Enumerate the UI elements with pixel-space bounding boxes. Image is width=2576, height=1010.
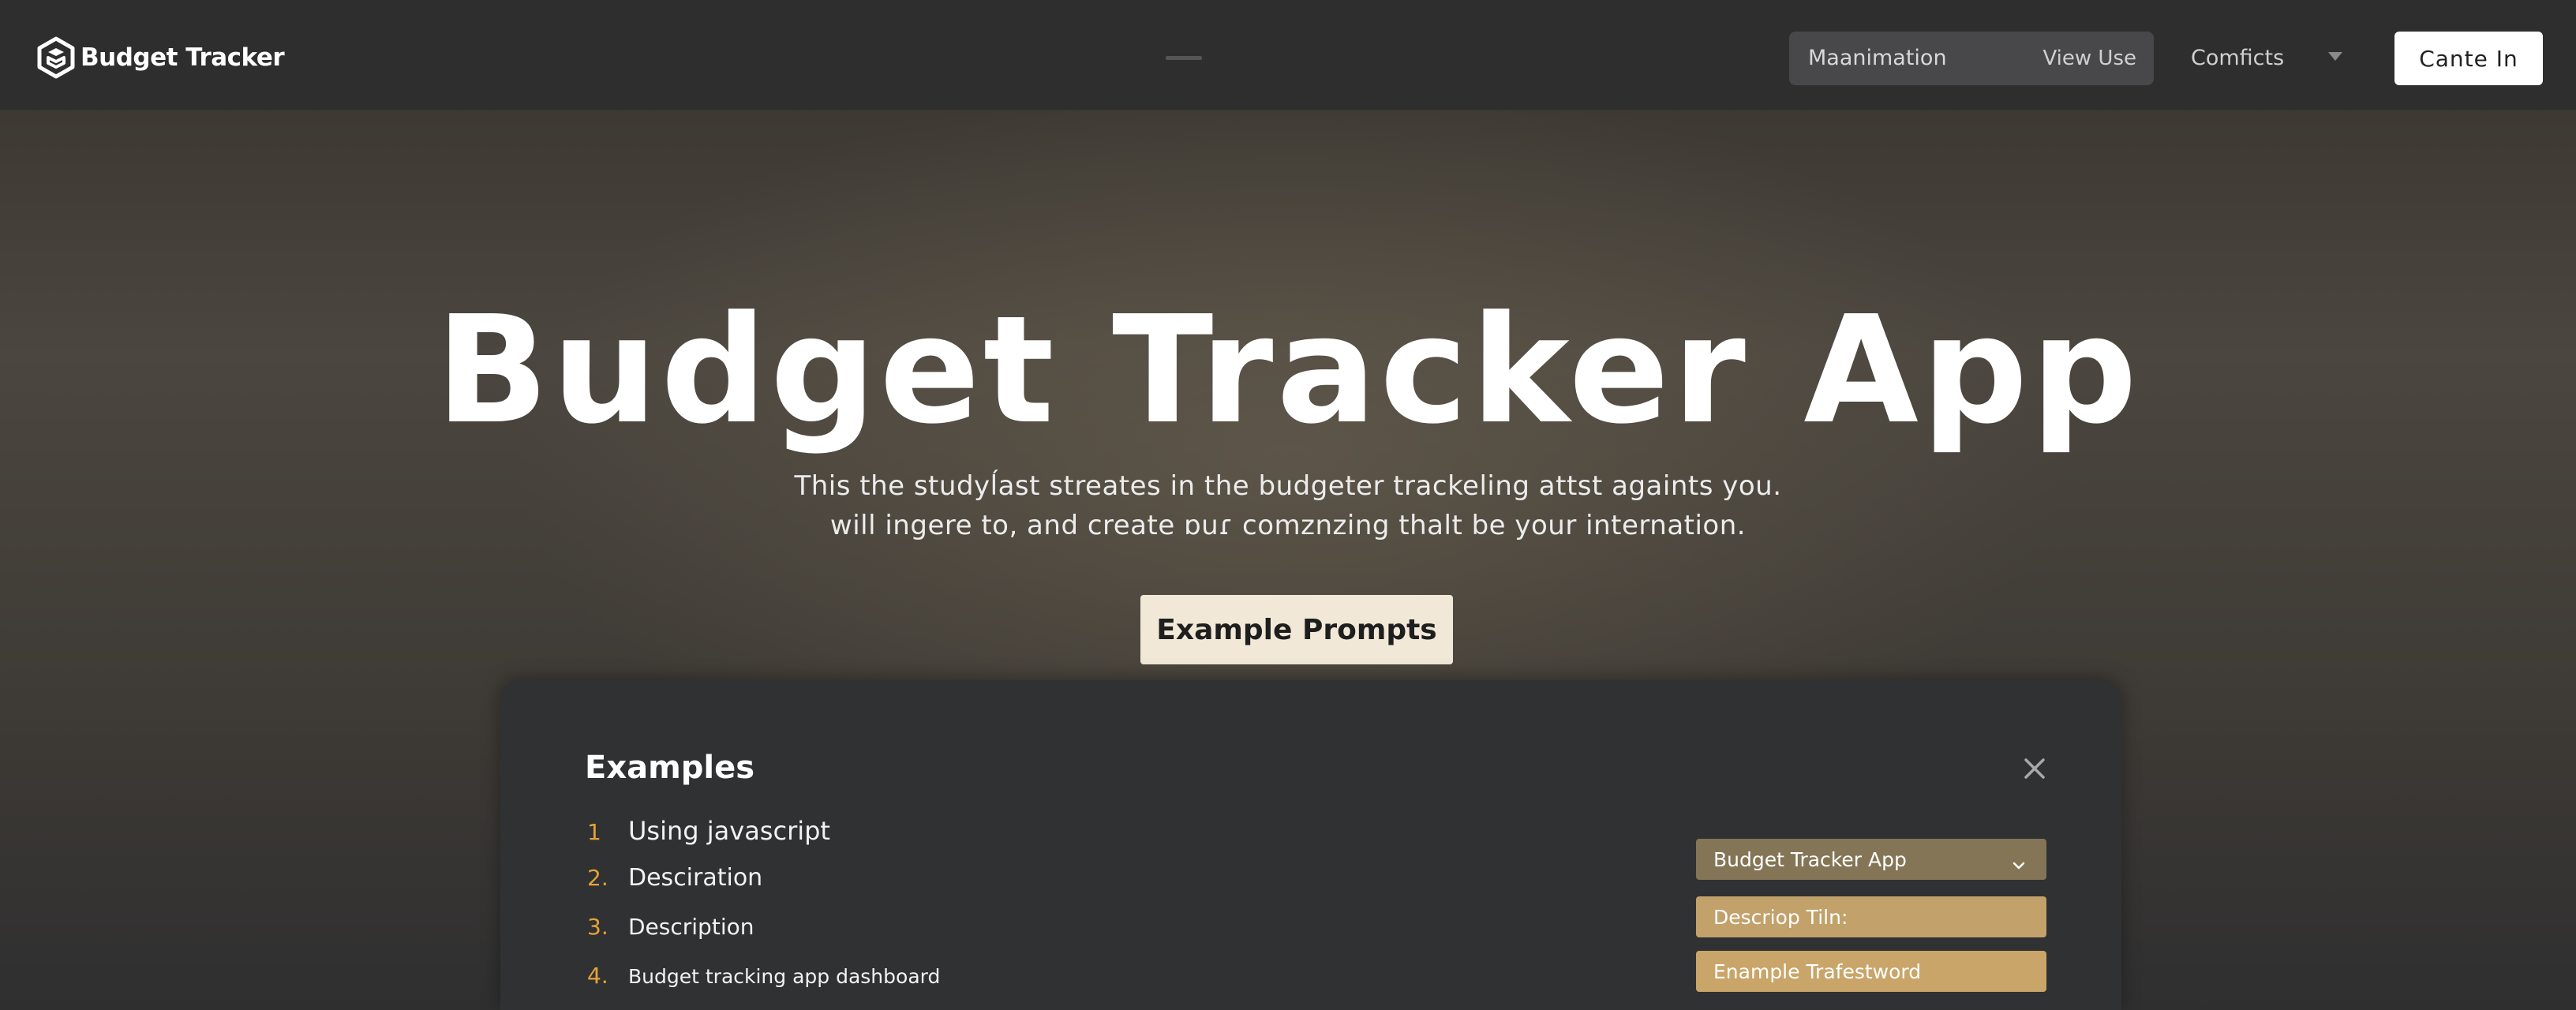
center-divider [1166, 56, 1202, 60]
dropdown-option-example[interactable]: Enample Trafestword [1696, 951, 2046, 992]
dropdown-option-label: Descriop Tiln: [1713, 905, 1848, 929]
close-icon[interactable] [2022, 756, 2047, 781]
hero-subtitle-line-2: will ingere to, and create ɒuɾ comznzing… [829, 510, 1747, 541]
hero-subtitle-line-1: This the studyĺast streates in the budge… [794, 470, 1782, 502]
list-item-number: 4. [587, 963, 608, 989]
chevron-down-icon [2012, 853, 2026, 876]
list-item[interactable]: 3. Description [587, 914, 754, 940]
view-use-link[interactable]: View Use [2042, 32, 2136, 85]
conflicts-menu[interactable]: Comficts [2191, 32, 2284, 85]
page-title: Budget Tracker App [435, 284, 2140, 457]
hexagon-logo-icon [36, 36, 76, 79]
sign-in-button[interactable]: Cante In [2394, 32, 2543, 85]
brand-name: Budget Tracker [80, 43, 285, 72]
list-item-text: Budget tracking app dashboard [628, 965, 941, 988]
dropdown-option-label: Enample Trafestword [1713, 960, 1922, 983]
list-item[interactable]: 2. Desciration [587, 864, 762, 892]
brand-logo-link[interactable]: Budget Tracker [36, 36, 285, 79]
list-item[interactable]: 4. Budget tracking app dashboard [587, 963, 940, 989]
chevron-down-icon[interactable] [2328, 52, 2342, 61]
search-input[interactable]: Maanimation View Use [1789, 32, 2154, 85]
dropdown-selected-value: Budget Tracker App [1713, 847, 1907, 871]
list-item-number: 2. [587, 865, 608, 891]
examples-panel: Examples 1 Using javascript 2. Descirati… [500, 680, 2121, 1010]
list-item[interactable]: 1 Using javascript [587, 816, 830, 846]
list-item-text: Desciration [628, 864, 763, 892]
list-item-text: Using javascript [628, 816, 830, 846]
list-item-number: 3. [587, 914, 608, 940]
search-input-text: Maanimation [1808, 46, 1947, 70]
app-select-dropdown[interactable]: Budget Tracker App [1696, 839, 2046, 880]
list-item-number: 1 [587, 819, 601, 845]
dropdown-option-description[interactable]: Descriop Tiln: [1696, 896, 2046, 937]
top-navbar: Budget Tracker Maanimation View Use Comf… [0, 0, 2576, 110]
examples-title: Examples [585, 750, 755, 786]
list-item-text: Description [628, 914, 754, 940]
example-prompts-button[interactable]: Example Prompts [1140, 595, 1453, 664]
